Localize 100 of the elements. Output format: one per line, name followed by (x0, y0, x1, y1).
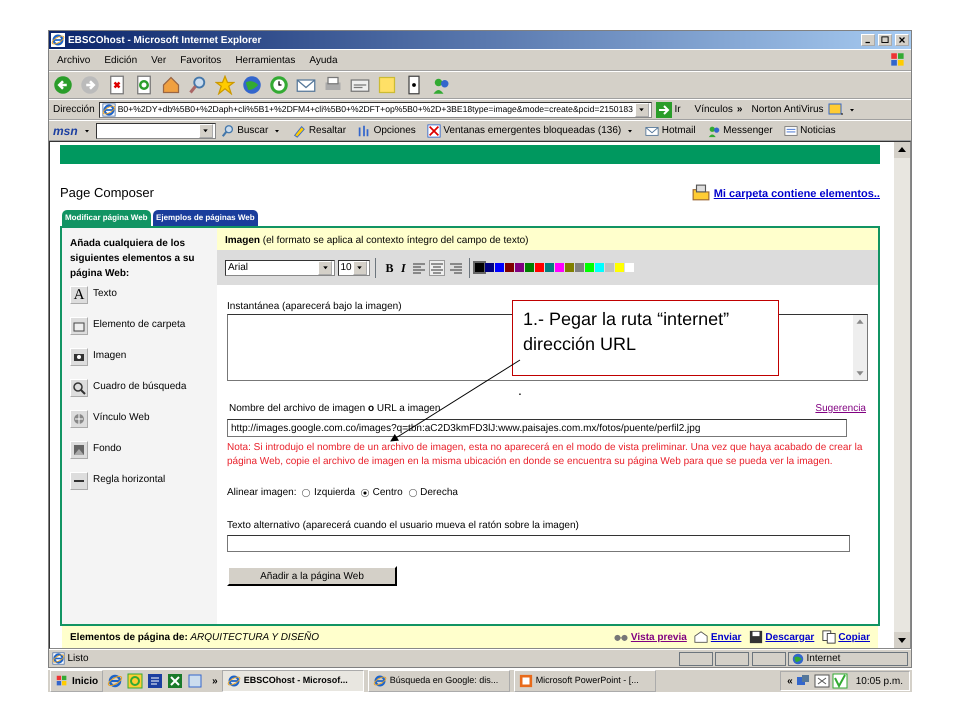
color-swatch[interactable] (504, 263, 514, 272)
home-icon[interactable] (161, 75, 181, 95)
tab[interactable]: Modificar página Web (62, 210, 151, 226)
refresh-icon[interactable] (134, 75, 154, 95)
font-select[interactable]: Arial (225, 260, 335, 276)
chevron-button[interactable]: » (212, 674, 218, 688)
ie-icon[interactable] (107, 673, 124, 689)
menu-item[interactable]: Edición (104, 52, 138, 68)
norton-antivirus-label[interactable]: Norton AntiVirus (751, 102, 824, 117)
editor-header: Imagen (el formato se aplica al contexto íntegro del campo de texto) (225, 235, 528, 246)
tab[interactable]: Ejemplos de páginas Web (153, 210, 258, 226)
radio-button-icon[interactable] (408, 488, 418, 498)
radio-button-icon[interactable] (360, 488, 370, 498)
menu-item[interactable]: Herramientas (235, 52, 296, 68)
color-swatch[interactable] (524, 263, 534, 272)
radio-button-icon[interactable] (301, 488, 312, 498)
toolbar-button[interactable]: Resaltar (292, 123, 346, 138)
taskbar-button[interactable]: Microsoft PowerPoint - [... (514, 670, 656, 692)
color-swatch[interactable] (554, 263, 564, 272)
scroll-up-icon[interactable] (894, 142, 910, 158)
folder-link[interactable]: Mi carpeta contiene elementos.. (714, 186, 880, 202)
status-text: Listo (68, 652, 90, 666)
go-button[interactable]: Ir (656, 102, 681, 118)
callout-dot: . (518, 381, 522, 400)
radio-option[interactable]: Derecha (408, 485, 458, 500)
star-icon[interactable] (215, 75, 235, 95)
sidebar-item[interactable]: Regla horizontal (93, 472, 166, 487)
chevron-button[interactable]: « (787, 674, 793, 688)
document-icon[interactable] (147, 673, 164, 689)
color-swatch[interactable] (544, 263, 554, 272)
add-button[interactable]: Añadir a la página Web (227, 566, 397, 586)
history-icon[interactable] (269, 75, 289, 95)
copy-icon[interactable] (822, 630, 836, 644)
menu-item[interactable]: Ver (151, 52, 166, 68)
menu-item[interactable]: Favoritos (180, 52, 222, 68)
color-swatch[interactable] (494, 263, 504, 272)
radio-option[interactable]: Izquierda (301, 485, 356, 500)
page-icon (52, 652, 65, 665)
note-text: Nota: Si introdujo el nombre de un archivo de imagen, esta no aparecerá en el modo de vista preliminar. Una vez que haya acabado de crear la página Web, copie el archivo de imagen en la misma ubicación en donde se encuentra su página Web para que se pueda ver la imagen. (227, 441, 864, 469)
back-icon[interactable] (53, 75, 73, 95)
taskbar-button[interactable]: Búsqueda en Google: dis... (368, 670, 510, 692)
window-title: EBSCOhost - Microsoft Internet Explorer (68, 34, 262, 48)
footer-link[interactable]: Enviar (710, 630, 742, 644)
search-field[interactable] (96, 122, 216, 138)
radio-option[interactable]: Centro (360, 485, 403, 500)
sidebar-item[interactable]: Cuadro de búsqueda (93, 379, 186, 394)
window-icon[interactable] (814, 673, 830, 689)
color-swatch[interactable] (534, 263, 544, 272)
links-label[interactable]: Vínculos (694, 102, 733, 117)
start-button[interactable]: Inicio (50, 670, 104, 692)
color-swatch[interactable] (474, 263, 484, 272)
size-select[interactable]: 10 (338, 260, 370, 276)
search-icon (220, 124, 235, 138)
bold-button[interactable]: B (383, 258, 396, 276)
picture-icon[interactable] (71, 442, 87, 458)
search-icon[interactable] (188, 75, 208, 95)
menu-item[interactable]: Archivo (57, 52, 90, 68)
stop-icon[interactable] (107, 75, 127, 95)
footer-link[interactable]: Descargar (765, 630, 814, 644)
menu-item[interactable]: Ayuda (309, 52, 338, 68)
color-swatch[interactable] (614, 263, 624, 272)
status-pane (678, 652, 712, 666)
excel-icon[interactable] (167, 673, 184, 689)
toolbar-button[interactable]: Hotmail (645, 123, 696, 138)
color-swatch[interactable] (564, 263, 574, 272)
toolbar-button[interactable]: Opciones (357, 123, 416, 138)
align-label: Alinear imagen: (227, 486, 296, 500)
news-icon (784, 124, 798, 138)
chevron-button[interactable]: » (736, 102, 742, 117)
color-swatch[interactable] (604, 263, 614, 272)
ie-icon (226, 674, 241, 688)
sidebar-item[interactable]: Elemento de carpeta (93, 317, 186, 332)
color-swatch[interactable] (594, 263, 604, 272)
toolbar-button[interactable]: Messenger (706, 123, 773, 138)
hint-link[interactable]: Sugerencia (815, 401, 866, 416)
checkmark-icon[interactable] (832, 673, 848, 689)
color-swatch[interactable] (574, 263, 584, 272)
status-pane (752, 652, 786, 666)
alt-text-field[interactable] (227, 535, 850, 552)
color-swatch[interactable] (624, 263, 634, 272)
sidebar-item[interactable]: Fondo (93, 441, 122, 456)
toolbar-button[interactable]: Noticias (784, 123, 836, 138)
ie-icon (372, 674, 387, 688)
sidebar-item[interactable]: Imagen (93, 348, 126, 363)
toolbar-button[interactable]: Buscar (220, 123, 268, 138)
color-swatch[interactable] (514, 263, 524, 272)
vertical-scrollbar[interactable] (894, 142, 910, 648)
color-swatch[interactable] (584, 263, 594, 272)
scroll-down-icon[interactable] (894, 632, 910, 648)
sidebar-item[interactable]: Texto (93, 286, 117, 301)
presentation-icon (518, 674, 533, 688)
sidebar-item[interactable]: Vínculo Web (93, 410, 150, 425)
magnifier-icon[interactable] (71, 380, 87, 396)
taskbar-button[interactable]: EBSCOhost - Microsof... (222, 670, 364, 692)
align-center-icon[interactable] (429, 260, 446, 276)
address-field[interactable]: B0+%2DY+db%5B0+%2Daph+cli%5B1+%2DFM4+cli%5B0+%2DFT+op%5B0+%2D+3BE18type=image&mode=create&pcid=2150183 (98, 102, 652, 118)
footer-link[interactable]: Copiar (838, 630, 870, 644)
footer-link[interactable]: Vista previa (630, 630, 687, 644)
toolbar-button[interactable]: Ventanas emergentes bloqueadas (136) (426, 123, 622, 138)
italic-button[interactable]: I (398, 258, 408, 276)
